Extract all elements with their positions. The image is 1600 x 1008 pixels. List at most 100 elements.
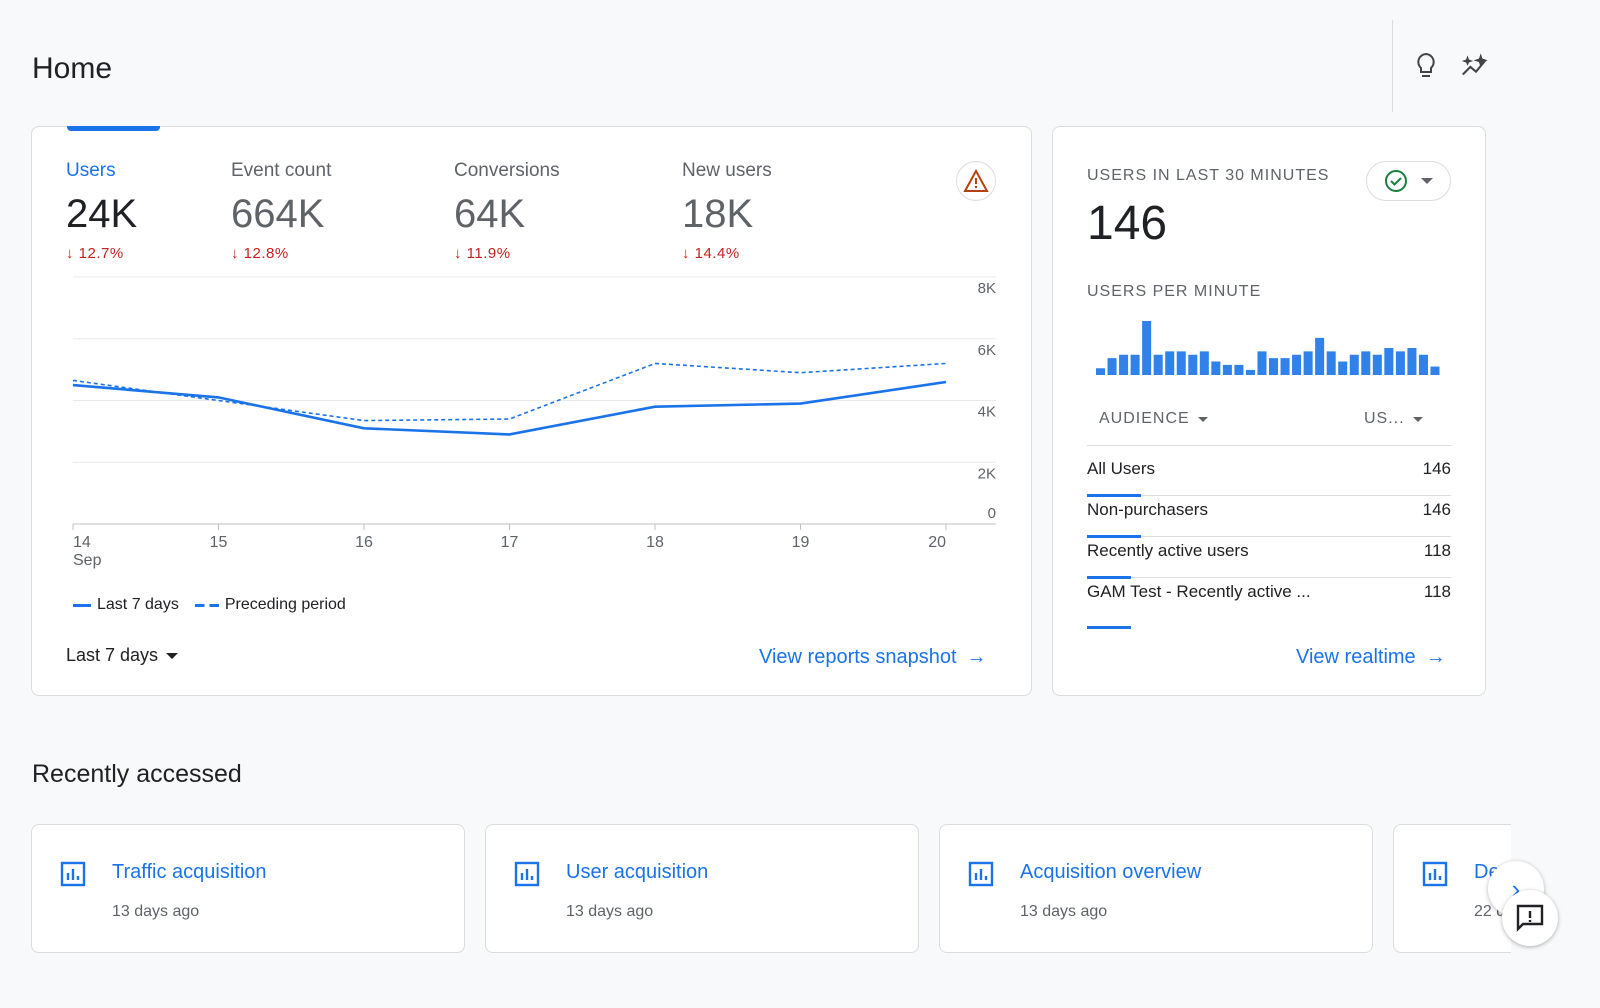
y-tick-label: 8K <box>978 280 996 297</box>
lightbulb-icon[interactable] <box>1410 50 1442 82</box>
table-divider <box>1087 445 1451 446</box>
recently-accessed-heading: Recently accessed <box>32 760 242 788</box>
recent-report-time: 13 days ago <box>1020 903 1108 920</box>
table-row[interactable]: All Users 146 <box>1087 455 1451 497</box>
series-line-dashed <box>72 362 947 422</box>
legend-label: Last 7 days <box>97 596 179 613</box>
per-minute-bar[interactable] <box>1176 351 1186 375</box>
audience-column-header[interactable]: AUDIENCE <box>1099 410 1208 428</box>
audience-name: Recently active users <box>1087 541 1249 560</box>
y-tick-label: 0 <box>988 505 996 522</box>
per-minute-bar[interactable] <box>1430 366 1440 375</box>
per-minute-bar[interactable] <box>1303 351 1313 375</box>
series-line-solid <box>72 380 947 436</box>
insights-sparkle-icon[interactable] <box>1460 50 1492 82</box>
per-minute-bar[interactable] <box>1315 337 1325 375</box>
table-row[interactable]: Recently active users 118 <box>1087 537 1451 579</box>
x-tick-label: 15 <box>210 534 228 551</box>
per-minute-bar[interactable] <box>1245 369 1255 375</box>
column-label: AUDIENCE <box>1099 410 1190 427</box>
per-minute-bar[interactable] <box>1418 354 1428 375</box>
per-minute-bar[interactable] <box>1349 354 1359 375</box>
check-circle-icon <box>1384 170 1407 192</box>
x-tick-label: 19 <box>792 534 810 551</box>
caret-down-icon <box>1412 416 1423 422</box>
x-tick-label: 20 <box>928 534 946 551</box>
per-minute-bar[interactable] <box>1280 358 1290 375</box>
bar-chart-icon <box>60 861 86 887</box>
caret-down-icon <box>1197 416 1208 422</box>
per-minute-bar[interactable] <box>1096 368 1106 375</box>
recent-card-traffic-acquisition[interactable]: Traffic acquisition 13 days ago <box>31 824 465 953</box>
per-minute-bar[interactable] <box>1130 354 1140 375</box>
recent-report-name: User acquisition <box>566 861 709 883</box>
y-tick-label: 4K <box>978 404 996 421</box>
per-minute-bar[interactable] <box>1107 358 1117 375</box>
audience-value: 146 <box>1422 459 1451 478</box>
per-minute-bar[interactable] <box>1211 361 1221 376</box>
per-minute-bar[interactable] <box>1395 351 1405 375</box>
recent-card-acquisition-overview[interactable]: Acquisition overview 13 days ago <box>939 824 1373 953</box>
per-minute-bar[interactable] <box>1338 361 1348 376</box>
link-label: View realtime <box>1296 646 1416 668</box>
date-range-label: Last 7 days <box>66 645 159 665</box>
x-tick-label: 14 <box>73 534 91 551</box>
per-minute-bar[interactable] <box>1384 348 1394 375</box>
x-tick-label: 18 <box>646 534 664 551</box>
per-minute-bar[interactable] <box>1222 364 1232 375</box>
recent-report-time: 13 days ago <box>112 903 200 920</box>
caret-down-icon <box>166 652 179 659</box>
table-row[interactable]: Non-purchasers 146 <box>1087 496 1451 538</box>
audience-value: 146 <box>1422 500 1451 519</box>
arrow-right-icon: → <box>1425 646 1446 668</box>
x-tick-label: 16 <box>355 534 373 551</box>
column-label: US... <box>1364 410 1405 427</box>
feedback-icon[interactable] <box>1502 890 1558 946</box>
date-range-dropdown[interactable]: Last 7 days <box>66 645 179 666</box>
per-minute-bar[interactable] <box>1142 321 1152 375</box>
realtime-value: 146 <box>1087 197 1168 250</box>
table-row[interactable]: GAM Test - Recently active ... 118 <box>1087 578 1451 629</box>
per-minute-bar[interactable] <box>1165 351 1175 375</box>
y-tick-label: 6K <box>978 342 996 359</box>
per-minute-bar[interactable] <box>1269 358 1279 375</box>
y-tick-label: 2K <box>978 465 996 482</box>
link-label: View reports snapshot <box>759 646 957 668</box>
recent-report-time: 13 days ago <box>566 903 654 920</box>
line-chart: 0 2K 4K 6K 8K 14 15 16 17 18 19 20 Sep <box>72 276 996 569</box>
per-minute-bar[interactable] <box>1407 348 1417 375</box>
status-dropdown[interactable] <box>1366 161 1451 201</box>
bar-chart-icon <box>1422 861 1448 887</box>
bar-chart-icon <box>514 861 540 887</box>
audience-value: 118 <box>1423 582 1451 601</box>
x-month-label: Sep <box>73 552 102 569</box>
users-column-header[interactable]: US... <box>1364 410 1423 428</box>
view-reports-snapshot-link[interactable]: View reports snapshot → <box>759 646 987 669</box>
users-per-minute-title: USERS PER MINUTE <box>1087 283 1262 300</box>
audience-name: Non-purchasers <box>1087 500 1208 519</box>
legend-solid-swatch <box>73 603 91 607</box>
per-minute-bar[interactable] <box>1372 354 1382 375</box>
per-minute-bar[interactable] <box>1234 364 1244 375</box>
users-per-minute-chart <box>1096 321 1440 376</box>
audience-name: GAM Test - Recently active ... <box>1087 582 1311 601</box>
per-minute-bar[interactable] <box>1188 354 1198 375</box>
per-minute-bar[interactable] <box>1292 354 1302 375</box>
per-minute-bar[interactable] <box>1199 351 1209 375</box>
per-minute-bar[interactable] <box>1326 351 1336 375</box>
arrow-right-icon: → <box>966 646 987 668</box>
recent-report-name: Acquisition overview <box>1020 861 1202 883</box>
per-minute-bar[interactable] <box>1119 354 1129 375</box>
audience-name: All Users <box>1087 459 1156 478</box>
recent-report-name: Traffic acquisition <box>112 861 267 883</box>
per-minute-bar[interactable] <box>1153 354 1163 375</box>
recent-card-user-acquisition[interactable]: User acquisition 13 days ago <box>485 824 919 953</box>
per-minute-bar[interactable] <box>1257 351 1267 375</box>
x-tick-label: 17 <box>501 534 519 551</box>
view-realtime-link[interactable]: View realtime → <box>1296 646 1446 669</box>
divider <box>1392 20 1393 112</box>
chart-legend: Last 7 days Preceding period <box>73 596 346 614</box>
realtime-title: USERS IN LAST 30 MINUTES <box>1087 167 1330 184</box>
per-minute-bar[interactable] <box>1361 351 1371 375</box>
caret-down-icon <box>1421 178 1434 184</box>
